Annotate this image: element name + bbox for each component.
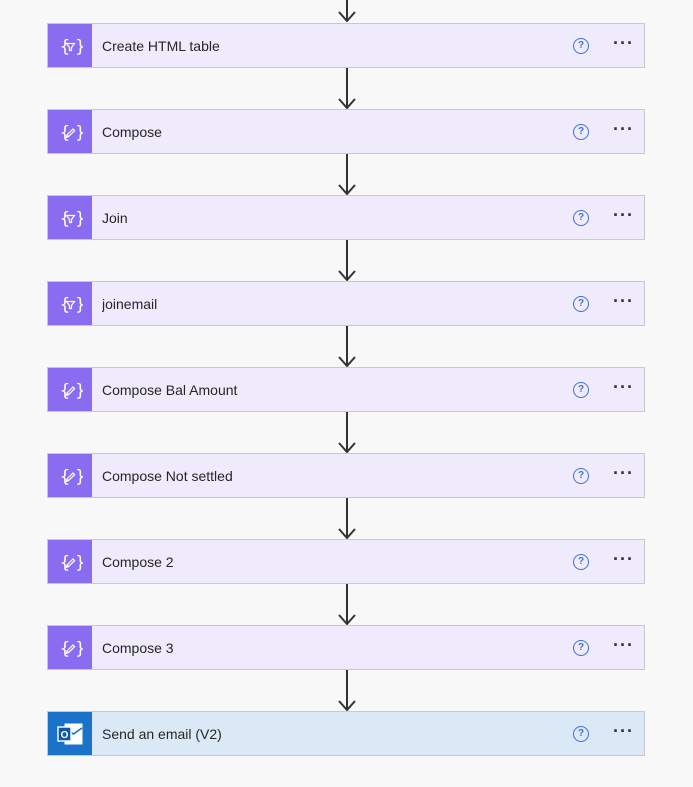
compose-icon: {} [48,626,92,669]
svg-text:}: } [75,37,83,57]
data-operation-icon: {} [48,196,92,239]
flow-step-label: joinemail [102,295,158,312]
svg-text:}: } [75,467,83,487]
question-circle-icon[interactable]: ? [573,553,590,570]
flow-step-card[interactable]: O Send an email (V2)? ··· [47,711,645,756]
ellipsis-icon[interactable]: ··· [613,550,634,570]
flow-step-card[interactable]: {} Compose? ··· [47,109,645,154]
flow-step-label: Compose Bal Amount [102,381,238,398]
svg-text:O: O [61,730,69,741]
connector-arrow [335,326,359,367]
connector-arrow [335,154,359,195]
question-circle-icon[interactable]: ? [573,295,590,312]
svg-text:}: } [75,209,83,229]
flow-canvas: {} Create HTML table? ··· {} Compose? ··· {} Jo… [0,0,693,787]
ellipsis-icon[interactable]: ··· [613,120,634,140]
question-circle-icon[interactable]: ? [573,467,590,484]
flow-step-label: Compose [102,123,162,140]
flow-step-label: Send an email (V2) [102,725,222,742]
svg-text:}: } [75,381,83,401]
connector-arrow [335,670,359,711]
ellipsis-icon[interactable]: ··· [613,34,634,54]
question-circle-icon[interactable]: ? [573,123,590,140]
data-operation-icon: {} [48,24,92,67]
ellipsis-icon[interactable]: ··· [613,206,634,226]
flow-step-card[interactable]: {} Compose 3? ··· [47,625,645,670]
svg-text:}: } [75,639,83,659]
svg-text:}: } [75,123,83,143]
question-circle-icon[interactable]: ? [573,209,590,226]
flow-step-label: Compose 2 [102,553,174,570]
question-circle-icon[interactable]: ? [573,639,590,656]
flow-step-card[interactable]: {} Join? ··· [47,195,645,240]
connector-arrow [335,240,359,281]
connector-arrow [335,68,359,109]
question-circle-icon[interactable]: ? [573,725,590,742]
flow-step-card[interactable]: {} Compose Bal Amount? ··· [47,367,645,412]
compose-icon: {} [48,540,92,583]
ellipsis-icon[interactable]: ··· [613,378,634,398]
connector-arrow [335,498,359,539]
flow-step-label: Compose Not settled [102,467,233,484]
ellipsis-icon[interactable]: ··· [613,722,634,742]
svg-text:}: } [75,553,83,573]
question-circle-icon[interactable]: ? [573,381,590,398]
flow-step-label: Compose 3 [102,639,174,656]
question-circle-icon[interactable]: ? [573,37,590,54]
flow-step-card[interactable]: {} Create HTML table? ··· [47,23,645,68]
flow-step-card[interactable]: {} joinemail? ··· [47,281,645,326]
ellipsis-icon[interactable]: ··· [613,636,634,656]
ellipsis-icon[interactable]: ··· [613,292,634,312]
connector-arrow [335,584,359,625]
flow-step-label: Create HTML table [102,37,220,54]
connector-arrow [335,0,359,22]
outlook-icon: O [48,712,92,755]
flow-step-label: Join [102,209,128,226]
compose-icon: {} [48,368,92,411]
compose-icon: {} [48,110,92,153]
svg-text:}: } [75,295,83,315]
connector-arrow [335,412,359,453]
compose-icon: {} [48,454,92,497]
flow-step-card[interactable]: {} Compose Not settled? ··· [47,453,645,498]
flow-step-card[interactable]: {} Compose 2? ··· [47,539,645,584]
ellipsis-icon[interactable]: ··· [613,464,634,484]
data-operation-icon: {} [48,282,92,325]
